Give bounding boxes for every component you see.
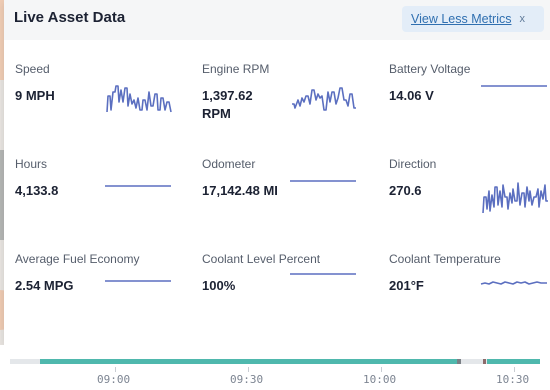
coolant-temperature-sparkline [480, 281, 547, 285]
metric-value: 9 MPH [15, 88, 55, 103]
panel-title: Live Asset Data [14, 9, 126, 26]
engine-rpm-sparkline [292, 87, 356, 111]
metric-value: 2.54 MPG [15, 278, 74, 293]
metric-value: 17,142.48 MI [202, 183, 278, 198]
metric-value: 270.6 [389, 183, 422, 198]
average-fuel-economy-sparkline [105, 280, 171, 282]
metric-odometer: Odometer 17,142.48 MI [202, 157, 377, 227]
sparkline-path [106, 85, 172, 113]
view-less-metrics-link[interactable]: View Less Metrics [411, 12, 512, 26]
sparkline-path [480, 281, 547, 285]
hours-sparkline [105, 185, 171, 187]
timeline-label: 10:00 [363, 373, 397, 386]
metric-label: Engine RPM [202, 62, 270, 76]
metric-label: Direction [389, 157, 437, 171]
timeline-tick [514, 367, 515, 372]
timeline-tick [115, 367, 116, 372]
timeline-tick [248, 367, 249, 372]
metric-average-fuel-economy: Average Fuel Economy 2.54 MPG [15, 252, 190, 322]
speed-sparkline [106, 85, 172, 113]
battery-voltage-sparkline [481, 85, 547, 87]
sparkline-path [292, 87, 356, 111]
metric-coolant-level-percent: Coolant Level Percent 100% [202, 252, 377, 322]
timeline-segment-idle[interactable] [457, 359, 461, 364]
metric-value: 14.06 V [389, 88, 434, 103]
metric-value: 4,133.8 [15, 183, 59, 198]
sparkline-path [482, 182, 548, 214]
metric-label: Speed [15, 62, 50, 76]
timeline-segment-active[interactable] [40, 359, 457, 364]
direction-sparkline [482, 182, 548, 214]
timeline-label: 09:00 [97, 373, 131, 386]
timeline-segment-active[interactable] [487, 359, 540, 364]
panel-header: Live Asset Data View Less Metrics x [4, 0, 550, 40]
metric-battery-voltage: Battery Voltage 14.06 V [389, 62, 550, 132]
metric-value: 1,397.62 RPM [202, 88, 253, 121]
metric-label: Battery Voltage [389, 62, 471, 76]
metric-hours: Hours 4,133.8 [15, 157, 190, 227]
timeline-label: 09:30 [230, 373, 264, 386]
odometer-sparkline [290, 180, 356, 182]
metric-label: Coolant Level Percent [202, 252, 321, 266]
metric-direction: Direction 270.6 [389, 157, 550, 227]
metric-value: 201°F [389, 278, 424, 293]
timeline-tick [381, 367, 382, 372]
metric-label: Hours [15, 157, 48, 171]
timeline-segment-alert[interactable] [483, 359, 486, 364]
metric-label: Coolant Temperature [389, 252, 501, 266]
metric-value: 100% [202, 278, 236, 293]
metric-label: Average Fuel Economy [15, 252, 140, 266]
view-less-metrics-button[interactable]: View Less Metrics x [402, 6, 544, 32]
close-icon[interactable]: x [520, 13, 526, 25]
activity-timeline[interactable]: 09:00 09:30 10:00 10:30 [0, 345, 550, 390]
live-asset-data-panel: Live Asset Data View Less Metrics x Spee… [4, 0, 550, 345]
metric-speed: Speed 9 MPH [15, 62, 190, 132]
metric-label: Odometer [202, 157, 256, 171]
metric-coolant-temperature: Coolant Temperature 201°F [389, 252, 550, 322]
metric-engine-rpm: Engine RPM 1,397.62 RPM [202, 62, 377, 132]
coolant-level-percent-sparkline [290, 273, 356, 275]
timeline-label: 10:30 [496, 373, 530, 386]
